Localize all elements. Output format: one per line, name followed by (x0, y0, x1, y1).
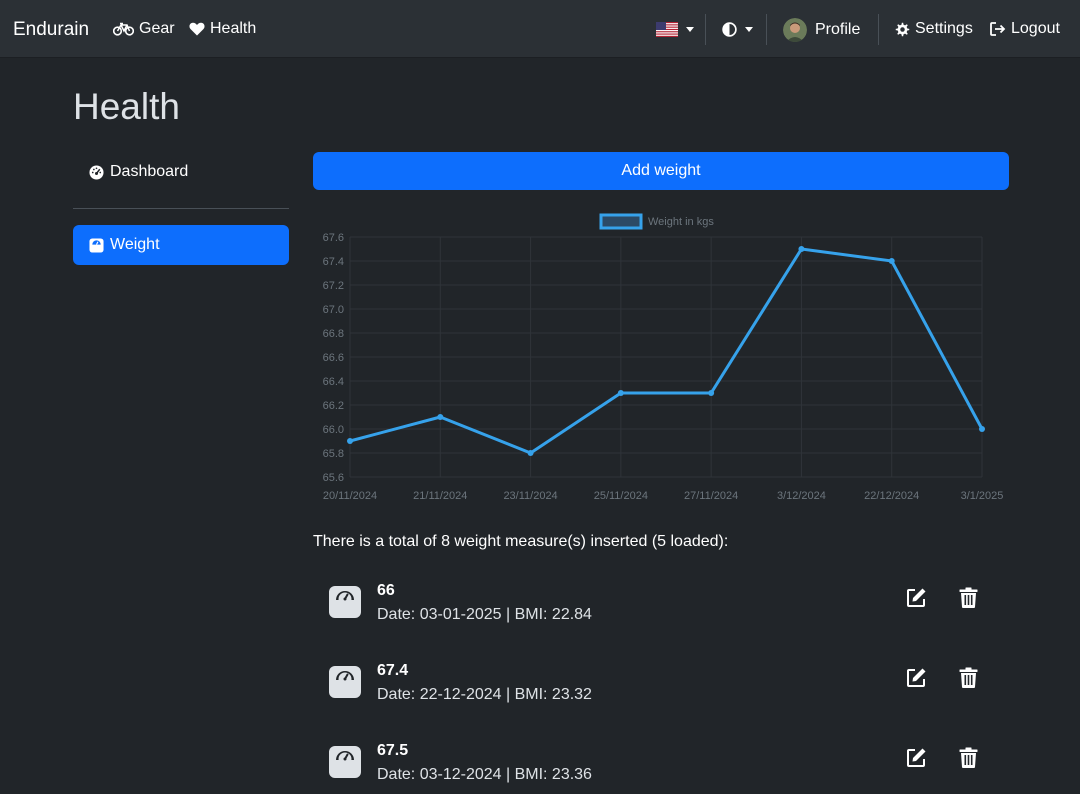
delete-button[interactable] (955, 584, 981, 610)
weight-value: 67.4 (377, 662, 409, 679)
sidebar-item-dashboard[interactable]: Dashboard (73, 152, 289, 192)
list-item: 66 Date: 03-01-2025 | BMI: 22.84 (313, 580, 1009, 660)
add-weight-button[interactable]: Add weight (313, 152, 1009, 190)
us-flag-icon (656, 22, 678, 37)
chevron-down-icon (745, 27, 753, 32)
heart-icon (189, 22, 205, 36)
legend-label: Weight in kgs (648, 216, 714, 228)
edit-button[interactable] (903, 664, 929, 690)
nav-logout-label: Logout (1011, 20, 1060, 37)
y-tick-label: 65.6 (323, 472, 344, 484)
bicycle-icon (113, 22, 134, 36)
navbar-divider (705, 14, 706, 45)
y-tick-label: 66.2 (323, 400, 344, 412)
nav-profile-label: Profile (815, 21, 861, 38)
weight-scale-icon (329, 746, 361, 778)
nav-settings[interactable]: Settings (895, 20, 973, 38)
page-title: Health (73, 86, 180, 127)
nav-health-label: Health (210, 20, 257, 37)
gear-icon (895, 22, 910, 36)
y-tick-label: 66.4 (323, 376, 344, 388)
delete-button[interactable] (955, 744, 981, 770)
avatar (783, 18, 807, 42)
sidebar-divider (73, 208, 289, 209)
edit-icon (906, 748, 925, 767)
weight-date-bmi: Date: 03-12-2024 | BMI: 23.36 (377, 766, 592, 783)
series-line (349, 247, 984, 455)
navbar-divider (766, 14, 767, 45)
language-dropdown[interactable] (656, 22, 694, 37)
data-point[interactable] (347, 438, 353, 444)
gauge-icon (89, 164, 104, 180)
nav-health[interactable]: Health (189, 20, 256, 38)
nav-settings-label: Settings (915, 20, 973, 37)
x-tick-label: 3/12/2024 (777, 490, 826, 502)
contrast-icon (722, 22, 737, 37)
navbar-divider (878, 14, 879, 45)
x-tick-label: 25/11/2024 (594, 490, 648, 502)
data-point[interactable] (798, 246, 805, 252)
data-point[interactable] (527, 450, 534, 456)
weight-value: 66 (377, 582, 395, 599)
top-navbar: Endurain Gear Health Profile Settings Lo… (0, 0, 1080, 58)
delete-button[interactable] (955, 664, 981, 690)
weight-date-bmi: Date: 03-01-2025 | BMI: 22.84 (377, 606, 592, 623)
y-tick-label: 66.0 (323, 424, 344, 436)
trash-icon (959, 747, 977, 768)
data-point[interactable] (708, 390, 715, 396)
y-tick-label: 67.2 (323, 280, 344, 292)
y-tick-label: 67.4 (323, 256, 344, 268)
y-tick-label: 66.8 (323, 328, 344, 340)
data-point[interactable] (888, 258, 895, 264)
x-tick-label: 21/11/2024 (413, 490, 467, 502)
weight-value: 67.5 (377, 742, 409, 759)
weight-summary-text: There is a total of 8 weight measure(s) … (313, 533, 729, 550)
y-tick-label: 67.6 (323, 232, 344, 244)
weight-date-bmi: Date: 22-12-2024 | BMI: 23.32 (377, 686, 592, 703)
data-point[interactable] (437, 414, 444, 420)
edit-button[interactable] (903, 584, 929, 610)
x-tick-label: 27/11/2024 (684, 490, 738, 502)
edit-icon (906, 588, 925, 607)
list-item: 67.4 Date: 22-12-2024 | BMI: 23.32 (313, 660, 1009, 740)
trash-icon (959, 587, 977, 608)
sidebar-item-label: Weight (110, 236, 160, 253)
y-tick-label: 67.0 (323, 304, 344, 316)
nav-logout[interactable]: Logout (990, 20, 1060, 38)
data-point[interactable] (617, 390, 624, 396)
x-tick-label: 23/11/2024 (503, 490, 557, 502)
weight-scale-icon (329, 666, 361, 698)
data-point[interactable] (979, 426, 985, 432)
y-tick-label: 66.6 (323, 352, 344, 364)
theme-toggle-dropdown[interactable] (722, 22, 753, 37)
trash-icon (959, 667, 977, 688)
brand-logo[interactable]: Endurain (13, 19, 89, 41)
list-item: 67.5 Date: 03-12-2024 | BMI: 23.36 (313, 740, 1009, 794)
sidebar-item-label: Dashboard (110, 163, 189, 180)
sidebar-item-weight[interactable]: Weight (73, 225, 289, 265)
nav-gear-label: Gear (139, 20, 175, 37)
logout-icon (990, 22, 1006, 36)
edit-button[interactable] (903, 744, 929, 770)
nav-gear[interactable]: Gear (113, 20, 175, 38)
y-tick-label: 65.8 (323, 448, 344, 460)
x-tick-label: 20/11/2024 (323, 490, 377, 502)
legend-swatch[interactable] (599, 213, 643, 230)
edit-icon (906, 668, 925, 687)
x-tick-label: 22/12/2024 (864, 490, 919, 502)
weight-scale-icon (329, 586, 361, 618)
weight-chart: 67.6 67.4 67.2 67.0 66.8 66.6 66.4 66.2 66.0 65.8… (323, 213, 1004, 502)
nav-profile[interactable]: Profile (783, 18, 860, 42)
x-tick-label: 3/1/2025 (961, 490, 1004, 502)
weight-scale-icon (89, 237, 104, 253)
chevron-down-icon (686, 27, 694, 32)
